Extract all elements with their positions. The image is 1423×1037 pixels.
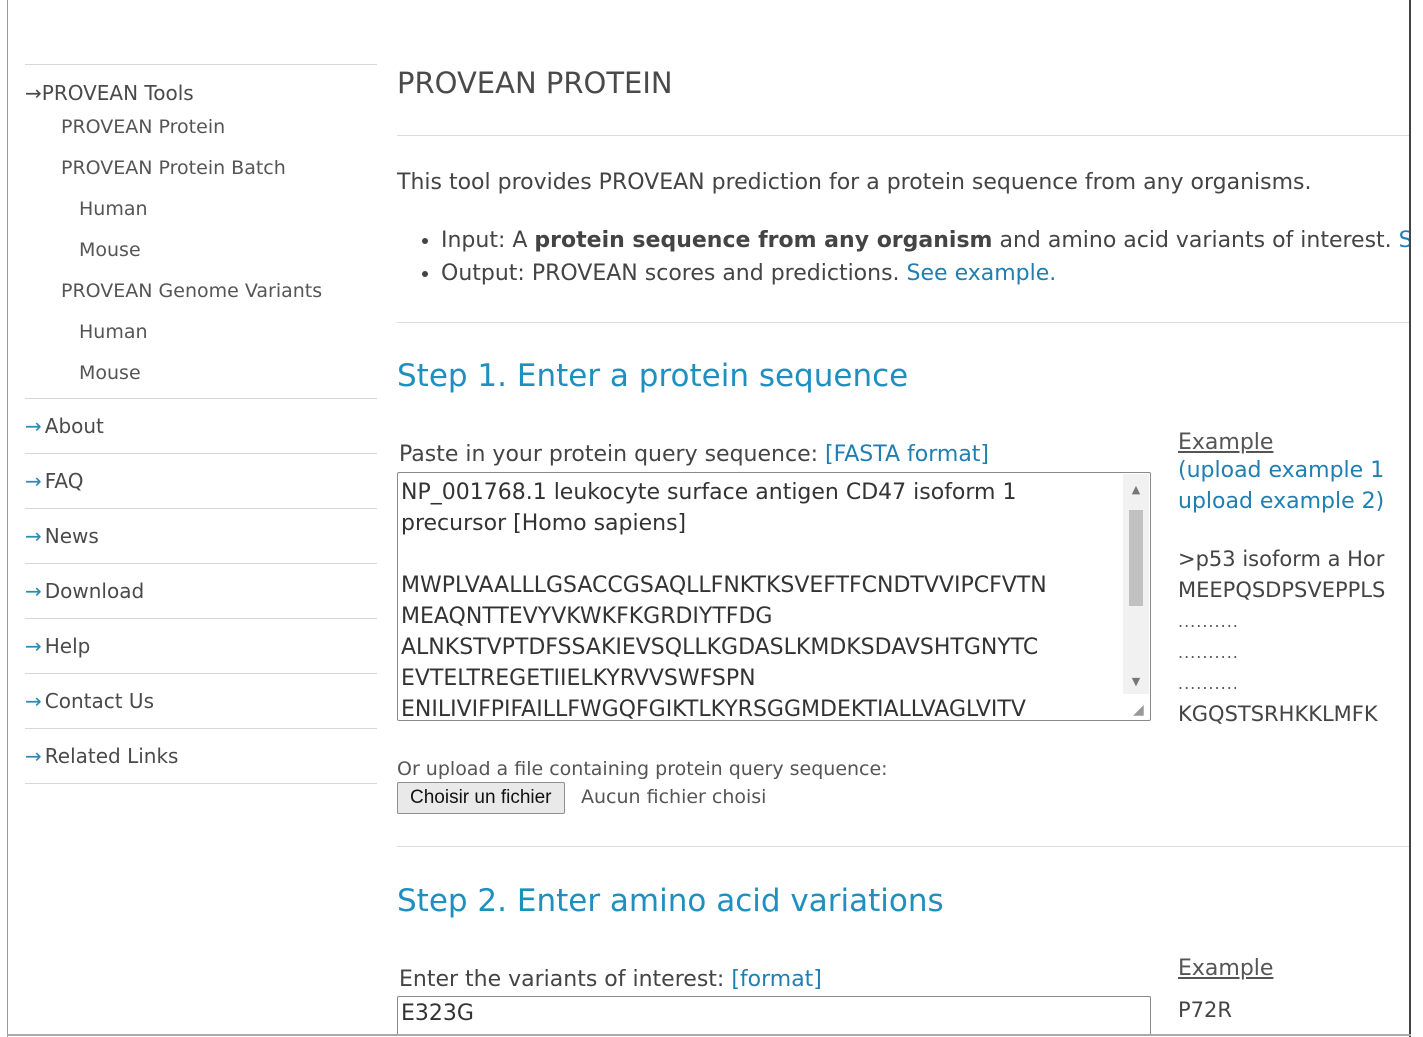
sidebar-item-genome-human[interactable]: Human bbox=[25, 312, 377, 353]
sidebar-divider bbox=[25, 783, 377, 784]
step2-example-heading: Example bbox=[1178, 956, 1274, 981]
sequence-textarea[interactable]: NP_001768.1 leukocyte surface antigen CD… bbox=[397, 472, 1151, 721]
input-details-link[interactable]: S bbox=[1399, 228, 1409, 253]
sidebar-item-download[interactable]: → Download bbox=[25, 564, 377, 618]
arrow-right-icon: → bbox=[25, 414, 42, 438]
arrow-right-icon: → bbox=[25, 744, 42, 768]
sidebar-nav: →PROVEAN Tools PROVEAN Protein PROVEAN P… bbox=[25, 64, 377, 784]
step1-heading: Step 1. Enter a protein sequence bbox=[397, 358, 909, 394]
upload-file-label: Or upload a file containing protein quer… bbox=[397, 758, 888, 780]
section-divider bbox=[397, 322, 1409, 323]
variants-textarea[interactable]: E323G bbox=[397, 996, 1151, 1034]
resize-grip-icon[interactable]: ◢ bbox=[1133, 703, 1147, 717]
arrow-right-icon: → bbox=[25, 524, 42, 548]
section-divider bbox=[397, 135, 1409, 136]
sidebar-item-contact-us[interactable]: → Contact Us bbox=[25, 674, 377, 728]
variants-text: E323G bbox=[401, 1001, 474, 1026]
textarea-scrollbar[interactable]: ▲ ▼ bbox=[1123, 474, 1149, 694]
bullet-input: Input: A protein sequence from any organ… bbox=[441, 224, 1409, 257]
example-ellipsis: .......... bbox=[1178, 612, 1239, 631]
no-file-chosen-text: Aucun fichier choisi bbox=[581, 786, 767, 808]
sidebar-item-news[interactable]: → News bbox=[25, 509, 377, 563]
example-seq-header: >p53 isoform a Hor bbox=[1178, 547, 1385, 571]
window-left-border bbox=[7, 0, 8, 1037]
paste-sequence-label: Paste in your protein query sequence: [F… bbox=[399, 442, 990, 467]
sidebar-item-provean-protein[interactable]: PROVEAN Protein bbox=[25, 107, 377, 148]
upload-example-1-link[interactable]: (upload example 1 bbox=[1178, 455, 1385, 486]
variants-label: Enter the variants of interest: [format] bbox=[399, 967, 822, 992]
arrow-right-icon: → bbox=[25, 81, 42, 105]
arrow-right-icon: → bbox=[25, 689, 42, 713]
sidebar-item-genome-variants[interactable]: PROVEAN Genome Variants bbox=[25, 271, 377, 312]
sidebar-item-genome-mouse[interactable]: Mouse bbox=[25, 353, 377, 398]
step2-example-panel: Example P72R bbox=[1178, 956, 1273, 1026]
sidebar-item-related-links[interactable]: → Related Links bbox=[25, 729, 377, 783]
sidebar-item-provean-tools[interactable]: →PROVEAN Tools bbox=[25, 65, 377, 107]
scroll-down-icon[interactable]: ▼ bbox=[1123, 670, 1149, 694]
step2-example-line: P72R bbox=[1178, 998, 1232, 1022]
scroll-thumb[interactable] bbox=[1129, 510, 1143, 606]
main-content: PROVEAN PROTEIN This tool provides PROVE… bbox=[397, 0, 1409, 1034]
example-ellipsis: .......... bbox=[1178, 674, 1239, 693]
bullet-output: Output: PROVEAN scores and predictions. … bbox=[441, 257, 1409, 290]
arrow-right-icon: → bbox=[25, 469, 42, 493]
scroll-up-icon[interactable]: ▲ bbox=[1123, 478, 1149, 502]
example-ellipsis: .......... bbox=[1178, 643, 1239, 662]
arrow-right-icon: → bbox=[25, 579, 42, 603]
sidebar-item-provean-protein-batch[interactable]: PROVEAN Protein Batch bbox=[25, 148, 377, 189]
example-seq-end: KGQSTSRHKKLMFK bbox=[1178, 702, 1378, 726]
sequence-text: NP_001768.1 leukocyte surface antigen CD… bbox=[401, 480, 1047, 721]
upload-example-2-link[interactable]: upload example 2) bbox=[1178, 486, 1385, 517]
page-title: PROVEAN PROTEIN bbox=[397, 66, 673, 100]
section-divider bbox=[397, 846, 1409, 847]
window-bottom-border bbox=[7, 1034, 1411, 1036]
sidebar-item-about[interactable]: → About bbox=[25, 399, 377, 453]
step2-heading: Step 2. Enter amino acid variations bbox=[397, 883, 944, 919]
arrow-right-icon: → bbox=[25, 634, 42, 658]
sidebar-item-batch-mouse[interactable]: Mouse bbox=[25, 230, 377, 271]
window-right-border bbox=[1409, 0, 1411, 1037]
example-seq-line: MEEPQSDPSVEPPLS bbox=[1178, 578, 1386, 602]
variants-format-link[interactable]: [format] bbox=[731, 967, 822, 992]
fasta-format-link[interactable]: [FASTA format] bbox=[825, 442, 989, 467]
see-example-link[interactable]: See example. bbox=[907, 261, 1057, 286]
choose-file-button[interactable]: Choisir un fichier bbox=[397, 782, 565, 814]
sidebar-item-help[interactable]: → Help bbox=[25, 619, 377, 673]
sidebar-item-faq[interactable]: → FAQ bbox=[25, 454, 377, 508]
step1-example-heading: Example bbox=[1178, 430, 1274, 455]
sidebar-item-batch-human[interactable]: Human bbox=[25, 189, 377, 230]
intro-text: This tool provides PROVEAN prediction fo… bbox=[397, 170, 1312, 195]
step1-example-panel: Example (upload example 1 upload example… bbox=[1178, 430, 1385, 730]
info-bullets: Input: A protein sequence from any organ… bbox=[413, 224, 1409, 290]
